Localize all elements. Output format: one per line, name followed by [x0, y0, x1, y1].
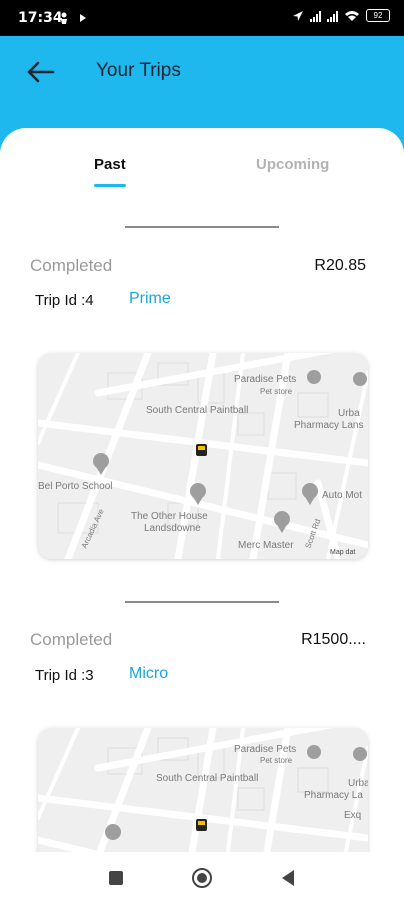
signal-icon — [310, 10, 321, 22]
trip-id: Trip Id :3 — [35, 667, 94, 684]
trip-map[interactable]: Paradise Pets Pet store South Central Pa… — [38, 728, 368, 858]
battery-icon: 92 — [366, 9, 390, 22]
back-button[interactable] — [26, 60, 56, 84]
triangle-back-icon — [282, 870, 294, 886]
map-label: Landsdowne — [144, 523, 201, 534]
status-bar: 17:34 92 — [0, 0, 404, 36]
system-icons: 92 — [292, 9, 390, 22]
map-label: Bel Porto School — [38, 481, 113, 492]
map-label: Pet store — [260, 756, 293, 765]
trip-price: R1500.... — [301, 631, 366, 648]
tab-bar: Past Upcoming — [0, 150, 404, 190]
active-tab-indicator — [94, 184, 126, 187]
ride-type: Micro — [129, 665, 169, 682]
trip-status: Completed — [30, 256, 113, 275]
map-attribution: Map dat — [330, 549, 355, 556]
map-label: Exq — [344, 810, 361, 821]
tab-past[interactable]: Past — [94, 156, 126, 173]
trips-panel: Past Upcoming Completed R20.85 Trip Id :… — [0, 128, 404, 858]
trip-map[interactable]: Paradise Pets Pet store South Central Pa… — [38, 353, 368, 559]
map-image: Paradise Pets Pet store South Central Pa… — [38, 728, 368, 858]
trip-divider — [125, 226, 279, 228]
map-label: South Central Paintball — [156, 773, 258, 784]
map-label: Merc Master — [238, 540, 294, 551]
circle-home-icon — [192, 868, 212, 888]
map-image: Paradise Pets Pet store South Central Pa… — [38, 353, 368, 559]
signal-icon-2 — [327, 10, 338, 22]
page-title: Your Trips — [96, 60, 181, 81]
map-label: Paradise Pets — [234, 744, 296, 755]
notification-icon — [61, 12, 86, 24]
map-label: Pet store — [260, 387, 293, 396]
map-label: Pharmacy La — [304, 790, 363, 801]
map-label: Urba — [338, 408, 360, 419]
tab-upcoming[interactable]: Upcoming — [256, 156, 329, 173]
recents-button[interactable] — [104, 866, 128, 890]
trip-divider — [125, 601, 279, 603]
trip-id: Trip Id :4 — [35, 292, 94, 309]
map-label: The Other House — [131, 511, 208, 522]
map-label: Urba — [348, 778, 368, 789]
square-recents-icon — [109, 871, 123, 885]
wifi-icon — [345, 10, 359, 21]
system-back-button[interactable] — [276, 866, 300, 890]
home-button[interactable] — [190, 866, 214, 890]
map-label: Auto Mot — [322, 490, 362, 501]
notification-icons — [58, 11, 98, 28]
map-label: Paradise Pets — [234, 374, 296, 385]
location-icon — [293, 10, 303, 21]
system-nav-bar — [0, 852, 404, 900]
ride-type: Prime — [129, 290, 171, 307]
status-time: 17:34 — [18, 10, 63, 26]
app-header: Your Trips — [0, 36, 404, 128]
map-label: Pharmacy Lans — [294, 420, 363, 431]
trip-status: Completed — [30, 630, 113, 649]
map-label: South Central Paintball — [146, 405, 248, 416]
trip-price: R20.85 — [314, 257, 366, 274]
arrow-left-icon — [27, 61, 55, 83]
